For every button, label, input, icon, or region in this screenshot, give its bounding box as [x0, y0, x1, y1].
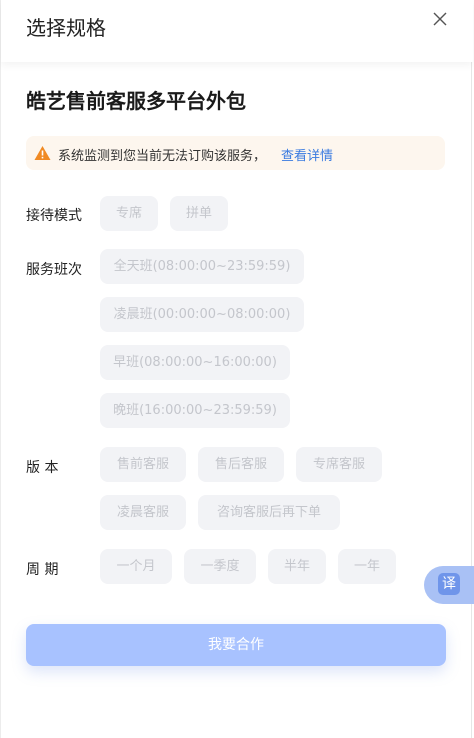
spec-panel: 选择规格 皓艺售前客服多平台外包 系统监测到您当前无法订购该服务， 查看详情 接…	[0, 0, 473, 738]
version-label: 版 本	[26, 460, 59, 476]
option-version-dedicated[interactable]: 专席客服	[296, 447, 382, 482]
period-label: 周 期	[26, 562, 59, 578]
translate-button[interactable]: 译	[424, 566, 474, 604]
option-shift-dawn[interactable]: 凌晨班(00:00:00~08:00:00)	[100, 297, 304, 332]
option-reception-pindan[interactable]: 拼单	[170, 196, 228, 231]
option-reception-zhuanxi[interactable]: 专席	[100, 196, 158, 231]
option-version-presale[interactable]: 售前客服	[100, 447, 186, 482]
notice-detail-link[interactable]: 查看详情	[281, 145, 333, 164]
service-shift-label: 服务班次	[26, 262, 82, 278]
notice-text: 系统监测到您当前无法订购该服务，	[58, 149, 267, 164]
cooperate-button[interactable]: 我要合作	[26, 624, 446, 666]
option-version-consult[interactable]: 咨询客服后再下单	[198, 495, 340, 530]
notice-banner: 系统监测到您当前无法订购该服务， 查看详情	[26, 136, 445, 170]
option-period-year[interactable]: 一年	[338, 549, 396, 584]
option-period-halfyear[interactable]: 半年	[268, 549, 326, 584]
option-version-dawn[interactable]: 凌晨客服	[100, 495, 186, 530]
panel-header: 选择规格	[1, 0, 473, 62]
option-shift-evening[interactable]: 晚班(16:00:00~23:59:59)	[100, 393, 290, 428]
warning-icon	[34, 146, 51, 160]
option-period-month[interactable]: 一个月	[100, 549, 172, 584]
translate-icon: 译	[438, 573, 460, 595]
close-icon[interactable]	[431, 10, 449, 28]
reception-mode-label: 接待模式	[26, 208, 82, 224]
panel-title: 选择规格	[26, 16, 106, 40]
option-period-quarter[interactable]: 一季度	[184, 549, 256, 584]
option-shift-morning[interactable]: 早班(08:00:00~16:00:00)	[100, 345, 290, 380]
option-version-aftersale[interactable]: 售后客服	[198, 447, 284, 482]
product-title: 皓艺售前客服多平台外包	[26, 89, 246, 113]
option-shift-fullday[interactable]: 全天班(08:00:00~23:59:59)	[100, 249, 304, 284]
